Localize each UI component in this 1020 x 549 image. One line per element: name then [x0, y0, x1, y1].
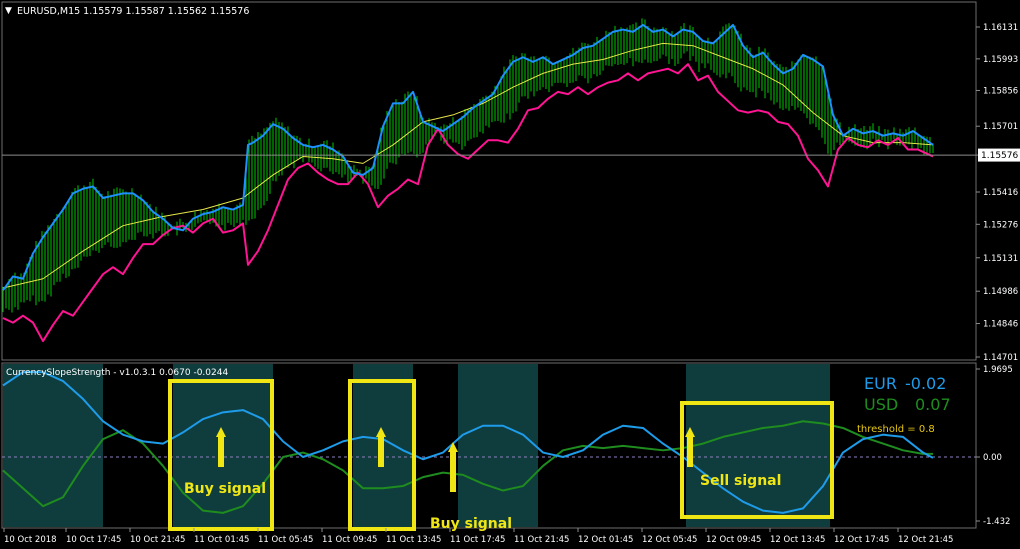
- signal-arrow: [687, 435, 693, 468]
- threshold-label: threshold = 0.8: [857, 424, 935, 435]
- time-tick-label: 10 Oct 21:45: [130, 535, 185, 545]
- time-tick-label: 11 Oct 17:45: [450, 535, 505, 545]
- indicator-tick-label: -1.432: [983, 517, 1010, 527]
- signal-label: Sell signal: [700, 473, 781, 489]
- main-price-axis: 1.16131 1.15993 1.15856 1.15701 1.15576 1.154…: [976, 23, 1018, 363]
- time-tick-label: 11 Oct 05:45: [258, 535, 313, 545]
- time-tick-label: 11 Oct 01:45: [194, 535, 249, 545]
- price-tick-label: 1.14986: [983, 287, 1018, 297]
- time-tick-label: 12 Oct 13:45: [770, 535, 825, 545]
- time-tick-label: 11 Oct 21:45: [514, 535, 569, 545]
- eur-label: EUR: [864, 374, 897, 393]
- price-tick-label: 1.15416: [983, 188, 1018, 198]
- time-tick-label: 11 Oct 09:45: [322, 535, 377, 545]
- price-tick-label: 1.15993: [983, 55, 1018, 65]
- signal-arrow: [218, 435, 224, 468]
- price-tick-label: 1.15131: [983, 254, 1018, 264]
- time-tick-label: 11 Oct 13:45: [386, 535, 441, 545]
- time-tick-label: 12 Oct 09:45: [706, 535, 761, 545]
- price-tick-label: 1.15856: [983, 86, 1018, 96]
- time-tick-label: 12 Oct 05:45: [642, 535, 697, 545]
- eur-value: -0.02: [905, 374, 946, 393]
- usd-label: USD: [864, 395, 898, 414]
- shaded-region: [458, 364, 538, 527]
- indicator-axis: 1.9695 0.00 -1.432: [976, 365, 1013, 527]
- chart-window[interactable]: 1.16131 1.15993 1.15856 1.15701 1.15576 1.154…: [0, 0, 1020, 549]
- triangle-down-icon[interactable]: ▼: [5, 6, 12, 16]
- current-price-label: 1.15576: [981, 151, 1018, 161]
- time-tick-label: 12 Oct 21:45: [898, 535, 953, 545]
- signal-label: Buy signal: [430, 516, 512, 532]
- price-tick-label: 1.15276: [983, 220, 1018, 230]
- time-tick-label: 12 Oct 17:45: [834, 535, 889, 545]
- signal-arrow: [378, 435, 384, 468]
- usd-value: 0.07: [915, 395, 951, 414]
- price-tick-label: 1.14701: [983, 353, 1018, 363]
- signal-arrow: [450, 450, 456, 493]
- signal-label: Buy signal: [184, 481, 266, 497]
- time-tick-label: 12 Oct 01:45: [578, 535, 633, 545]
- time-tick-label: 10 Oct 17:45: [66, 535, 121, 545]
- symbol-header: EURUSD,M15 1.15579 1.15587 1.15562 1.155…: [17, 6, 249, 17]
- indicator-tick-label: 0.00: [983, 453, 1002, 463]
- price-tick-label: 1.14846: [983, 320, 1018, 330]
- time-tick-label: 10 Oct 2018: [4, 535, 57, 545]
- price-tick-label: 1.15701: [983, 122, 1018, 132]
- indicator-tick-label: 1.9695: [983, 365, 1013, 375]
- indicator-header: CurrencySlopeStrength - v1.0.3.1 0.0670 …: [6, 368, 228, 378]
- price-tick-label: 1.16131: [983, 23, 1018, 33]
